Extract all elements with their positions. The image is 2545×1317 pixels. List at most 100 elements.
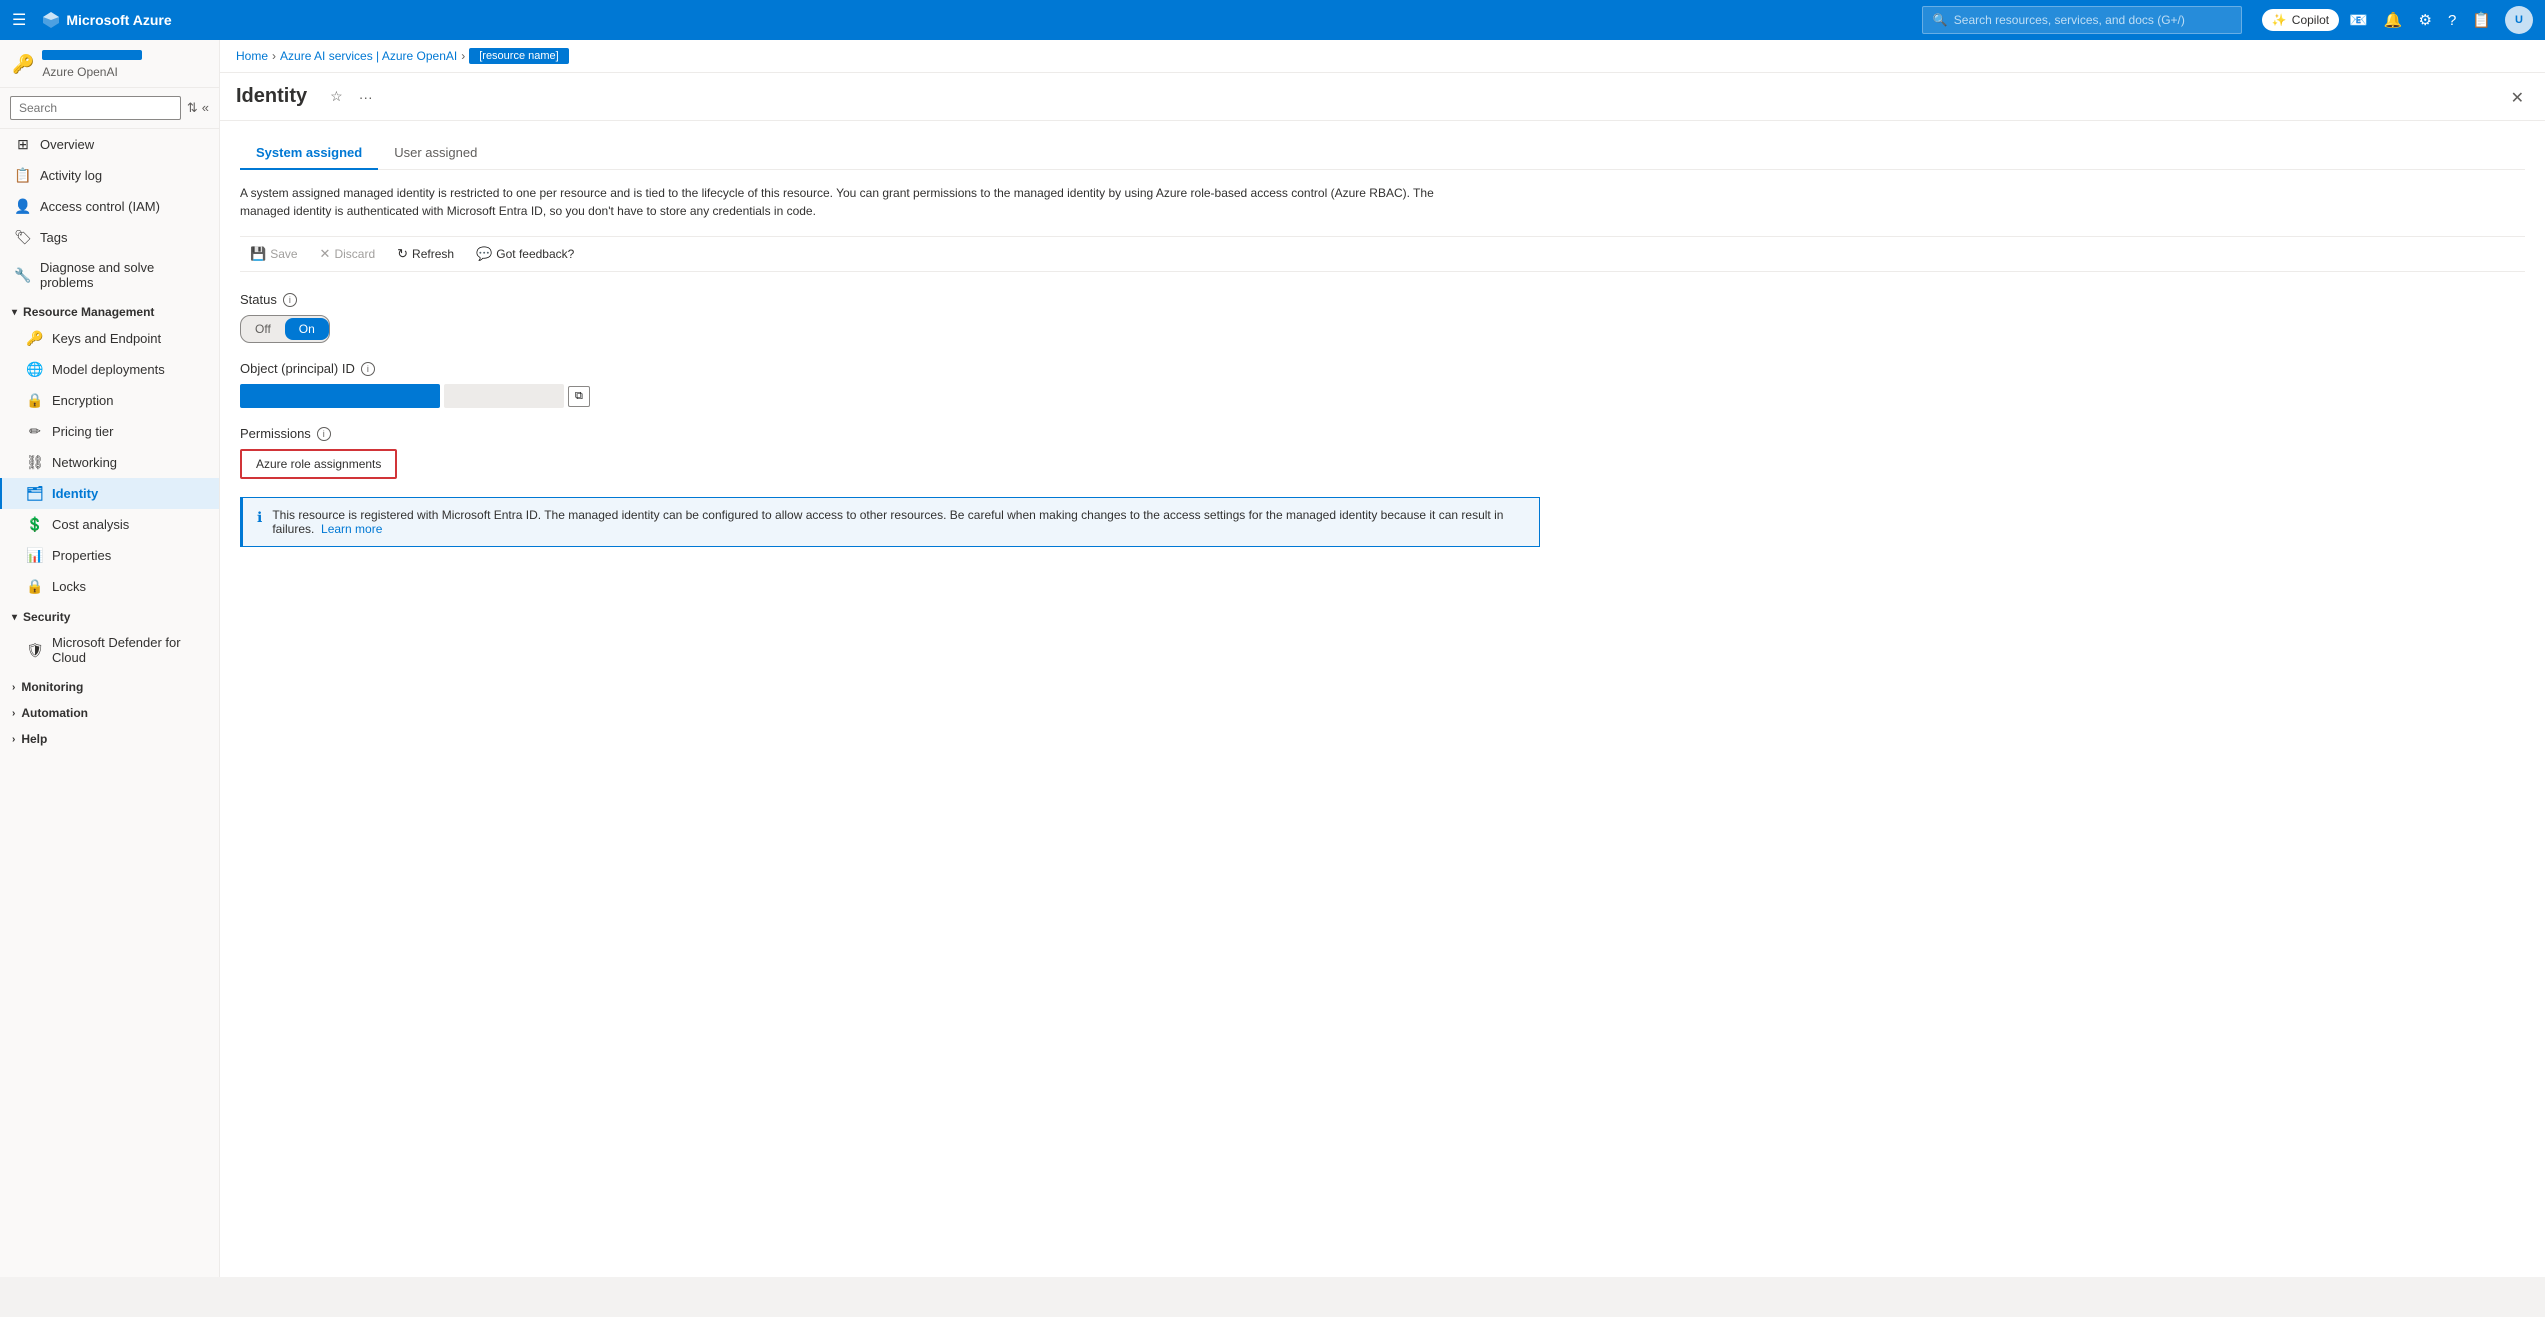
main-content: Home › Azure AI services | Azure OpenAI …: [220, 40, 2545, 1277]
sidebar-search-area: ⇅ «: [0, 88, 219, 129]
sidebar-item-encryption[interactable]: 🔒 Encryption: [0, 385, 219, 416]
object-id-field-group: Object (principal) ID i ⧉: [240, 361, 2525, 408]
pricing-icon: ✏: [26, 423, 44, 440]
email-icon-button[interactable]: 📧: [2343, 5, 2374, 35]
chevron-right-icon: ›: [12, 734, 15, 745]
sidebar: 🔑 Azure OpenAI ⇅ « ⊞ Overview 📋 Activity…: [0, 40, 220, 1277]
sidebar-item-label: Access control (IAM): [40, 199, 160, 214]
cost-analysis-icon: 💲: [26, 516, 44, 533]
sidebar-item-identity[interactable]: 🗂 Identity: [0, 478, 219, 509]
keys-icon: 🔑: [26, 330, 44, 347]
tab-system-assigned[interactable]: System assigned: [240, 137, 378, 170]
global-search-box[interactable]: 🔍: [1922, 6, 2242, 34]
security-section-header[interactable]: ▾ Security: [0, 602, 219, 628]
toolbar: 💾 Save ✕ Discard ↻ Refresh 💬 Got feedbac…: [240, 236, 2525, 272]
sidebar-item-diagnose[interactable]: 🔧 Diagnose and solve problems: [0, 253, 219, 297]
sidebar-item-model-deployments[interactable]: 🌐 Model deployments: [0, 354, 219, 385]
feedback-label: Got feedback?: [496, 247, 574, 261]
object-id-field: ⧉: [240, 384, 2525, 408]
sidebar-item-label: Identity: [52, 486, 98, 501]
object-id-value-bar: [240, 384, 440, 408]
content-area: System assigned User assigned A system a…: [220, 121, 2545, 1277]
monitoring-section-header[interactable]: › Monitoring: [0, 672, 219, 698]
sidebar-item-defender[interactable]: 🛡 Microsoft Defender for Cloud: [0, 628, 219, 672]
app-container: 🔑 Azure OpenAI ⇅ « ⊞ Overview 📋 Activity…: [0, 40, 2545, 1277]
sidebar-item-access-control[interactable]: 👤 Access control (IAM): [0, 191, 219, 222]
page-header-actions: ☆ ···: [325, 85, 378, 120]
learn-more-link[interactable]: Learn more: [321, 522, 382, 536]
sidebar-filter-icons: ⇅ «: [187, 100, 209, 116]
user-avatar[interactable]: U: [2505, 6, 2533, 34]
feedback-button[interactable]: 💬 Got feedback?: [466, 241, 584, 267]
page-title: Identity: [236, 85, 307, 120]
diagnose-icon: 🔧: [14, 267, 32, 284]
sidebar-item-label: Tags: [40, 230, 67, 245]
overview-icon: ⊞: [14, 136, 32, 153]
info-banner: ℹ This resource is registered with Micro…: [240, 497, 1540, 547]
save-label: Save: [270, 247, 297, 261]
chevron-right-icon: ›: [12, 682, 15, 693]
feedback-icon: 💬: [476, 246, 492, 262]
section-label: Resource Management: [23, 305, 154, 319]
sidebar-item-pricing-tier[interactable]: ✏ Pricing tier: [0, 416, 219, 447]
permissions-label: Permissions i: [240, 426, 2525, 441]
hamburger-icon[interactable]: ☰: [12, 10, 26, 30]
resource-management-header[interactable]: ▾ Resource Management: [0, 297, 219, 323]
toggle-switch[interactable]: Off On: [240, 315, 330, 343]
object-id-label: Object (principal) ID i: [240, 361, 2525, 376]
toggle-on-option[interactable]: On: [285, 318, 329, 340]
azure-role-assignments-button[interactable]: Azure role assignments: [240, 449, 397, 479]
sidebar-item-properties[interactable]: 📊 Properties: [0, 540, 219, 571]
sidebar-item-keys-endpoint[interactable]: 🔑 Keys and Endpoint: [0, 323, 219, 354]
tags-icon: 🏷: [14, 229, 32, 246]
collapse-icon[interactable]: «: [202, 100, 209, 116]
discard-button[interactable]: ✕ Discard: [310, 241, 386, 267]
permissions-info-icon[interactable]: i: [317, 427, 331, 441]
automation-section-header[interactable]: › Automation: [0, 698, 219, 724]
sidebar-item-label: Pricing tier: [52, 424, 113, 439]
access-control-icon: 👤: [14, 198, 32, 215]
close-button[interactable]: ✕: [2506, 85, 2529, 120]
refresh-label: Refresh: [412, 247, 454, 261]
sidebar-item-label: Model deployments: [52, 362, 165, 377]
global-search-input[interactable]: [1954, 13, 2231, 27]
sidebar-item-label: Networking: [52, 455, 117, 470]
refresh-button[interactable]: ↻ Refresh: [387, 241, 464, 267]
save-button[interactable]: 💾 Save: [240, 241, 308, 267]
sidebar-item-label: Keys and Endpoint: [52, 331, 161, 346]
refresh-icon: ↻: [397, 246, 408, 262]
help-icon-button[interactable]: ?: [2442, 6, 2462, 35]
feedback-icon-button[interactable]: 📋: [2466, 5, 2497, 35]
status-info-icon[interactable]: i: [283, 293, 297, 307]
object-id-info-icon[interactable]: i: [361, 362, 375, 376]
search-icon: 🔍: [1933, 13, 1948, 27]
settings-icon-button[interactable]: ⚙: [2413, 5, 2438, 35]
encryption-icon: 🔒: [26, 392, 44, 409]
chevron-down-icon: ▾: [12, 612, 17, 623]
sidebar-item-overview[interactable]: ⊞ Overview: [0, 129, 219, 160]
copy-object-id-button[interactable]: ⧉: [568, 386, 590, 407]
resource-subtitle: Azure OpenAI: [42, 65, 117, 79]
help-section-header[interactable]: › Help: [0, 724, 219, 750]
sidebar-item-cost-analysis[interactable]: 💲 Cost analysis: [0, 509, 219, 540]
copilot-icon: ✨: [2272, 13, 2287, 27]
filter-icon[interactable]: ⇅: [187, 100, 198, 116]
copilot-button[interactable]: ✨ Copilot: [2262, 9, 2339, 31]
sidebar-search-input[interactable]: [10, 96, 181, 120]
notifications-icon-button[interactable]: 🔔: [2378, 5, 2409, 35]
tab-user-assigned[interactable]: User assigned: [378, 137, 493, 170]
resource-icon: 🔑: [12, 54, 34, 75]
breadcrumb-services[interactable]: Azure AI services | Azure OpenAI: [280, 49, 457, 63]
sidebar-item-networking[interactable]: ⛓ Networking: [0, 447, 219, 478]
status-label: Status i: [240, 292, 2525, 307]
sidebar-item-locks[interactable]: 🔒 Locks: [0, 571, 219, 602]
chevron-right-icon: ›: [12, 708, 15, 719]
topbar: ☰ Microsoft Azure 🔍 ✨ Copilot 📧 🔔 ⚙ ? 📋 …: [0, 0, 2545, 40]
sidebar-item-activity-log[interactable]: 📋 Activity log: [0, 160, 219, 191]
sidebar-item-tags[interactable]: 🏷 Tags: [0, 222, 219, 253]
more-options-button[interactable]: ···: [354, 86, 378, 108]
toggle-off-option[interactable]: Off: [241, 318, 285, 340]
sidebar-item-label: Cost analysis: [52, 517, 129, 532]
breadcrumb-home[interactable]: Home: [236, 49, 268, 63]
favorite-star-button[interactable]: ☆: [325, 85, 348, 108]
